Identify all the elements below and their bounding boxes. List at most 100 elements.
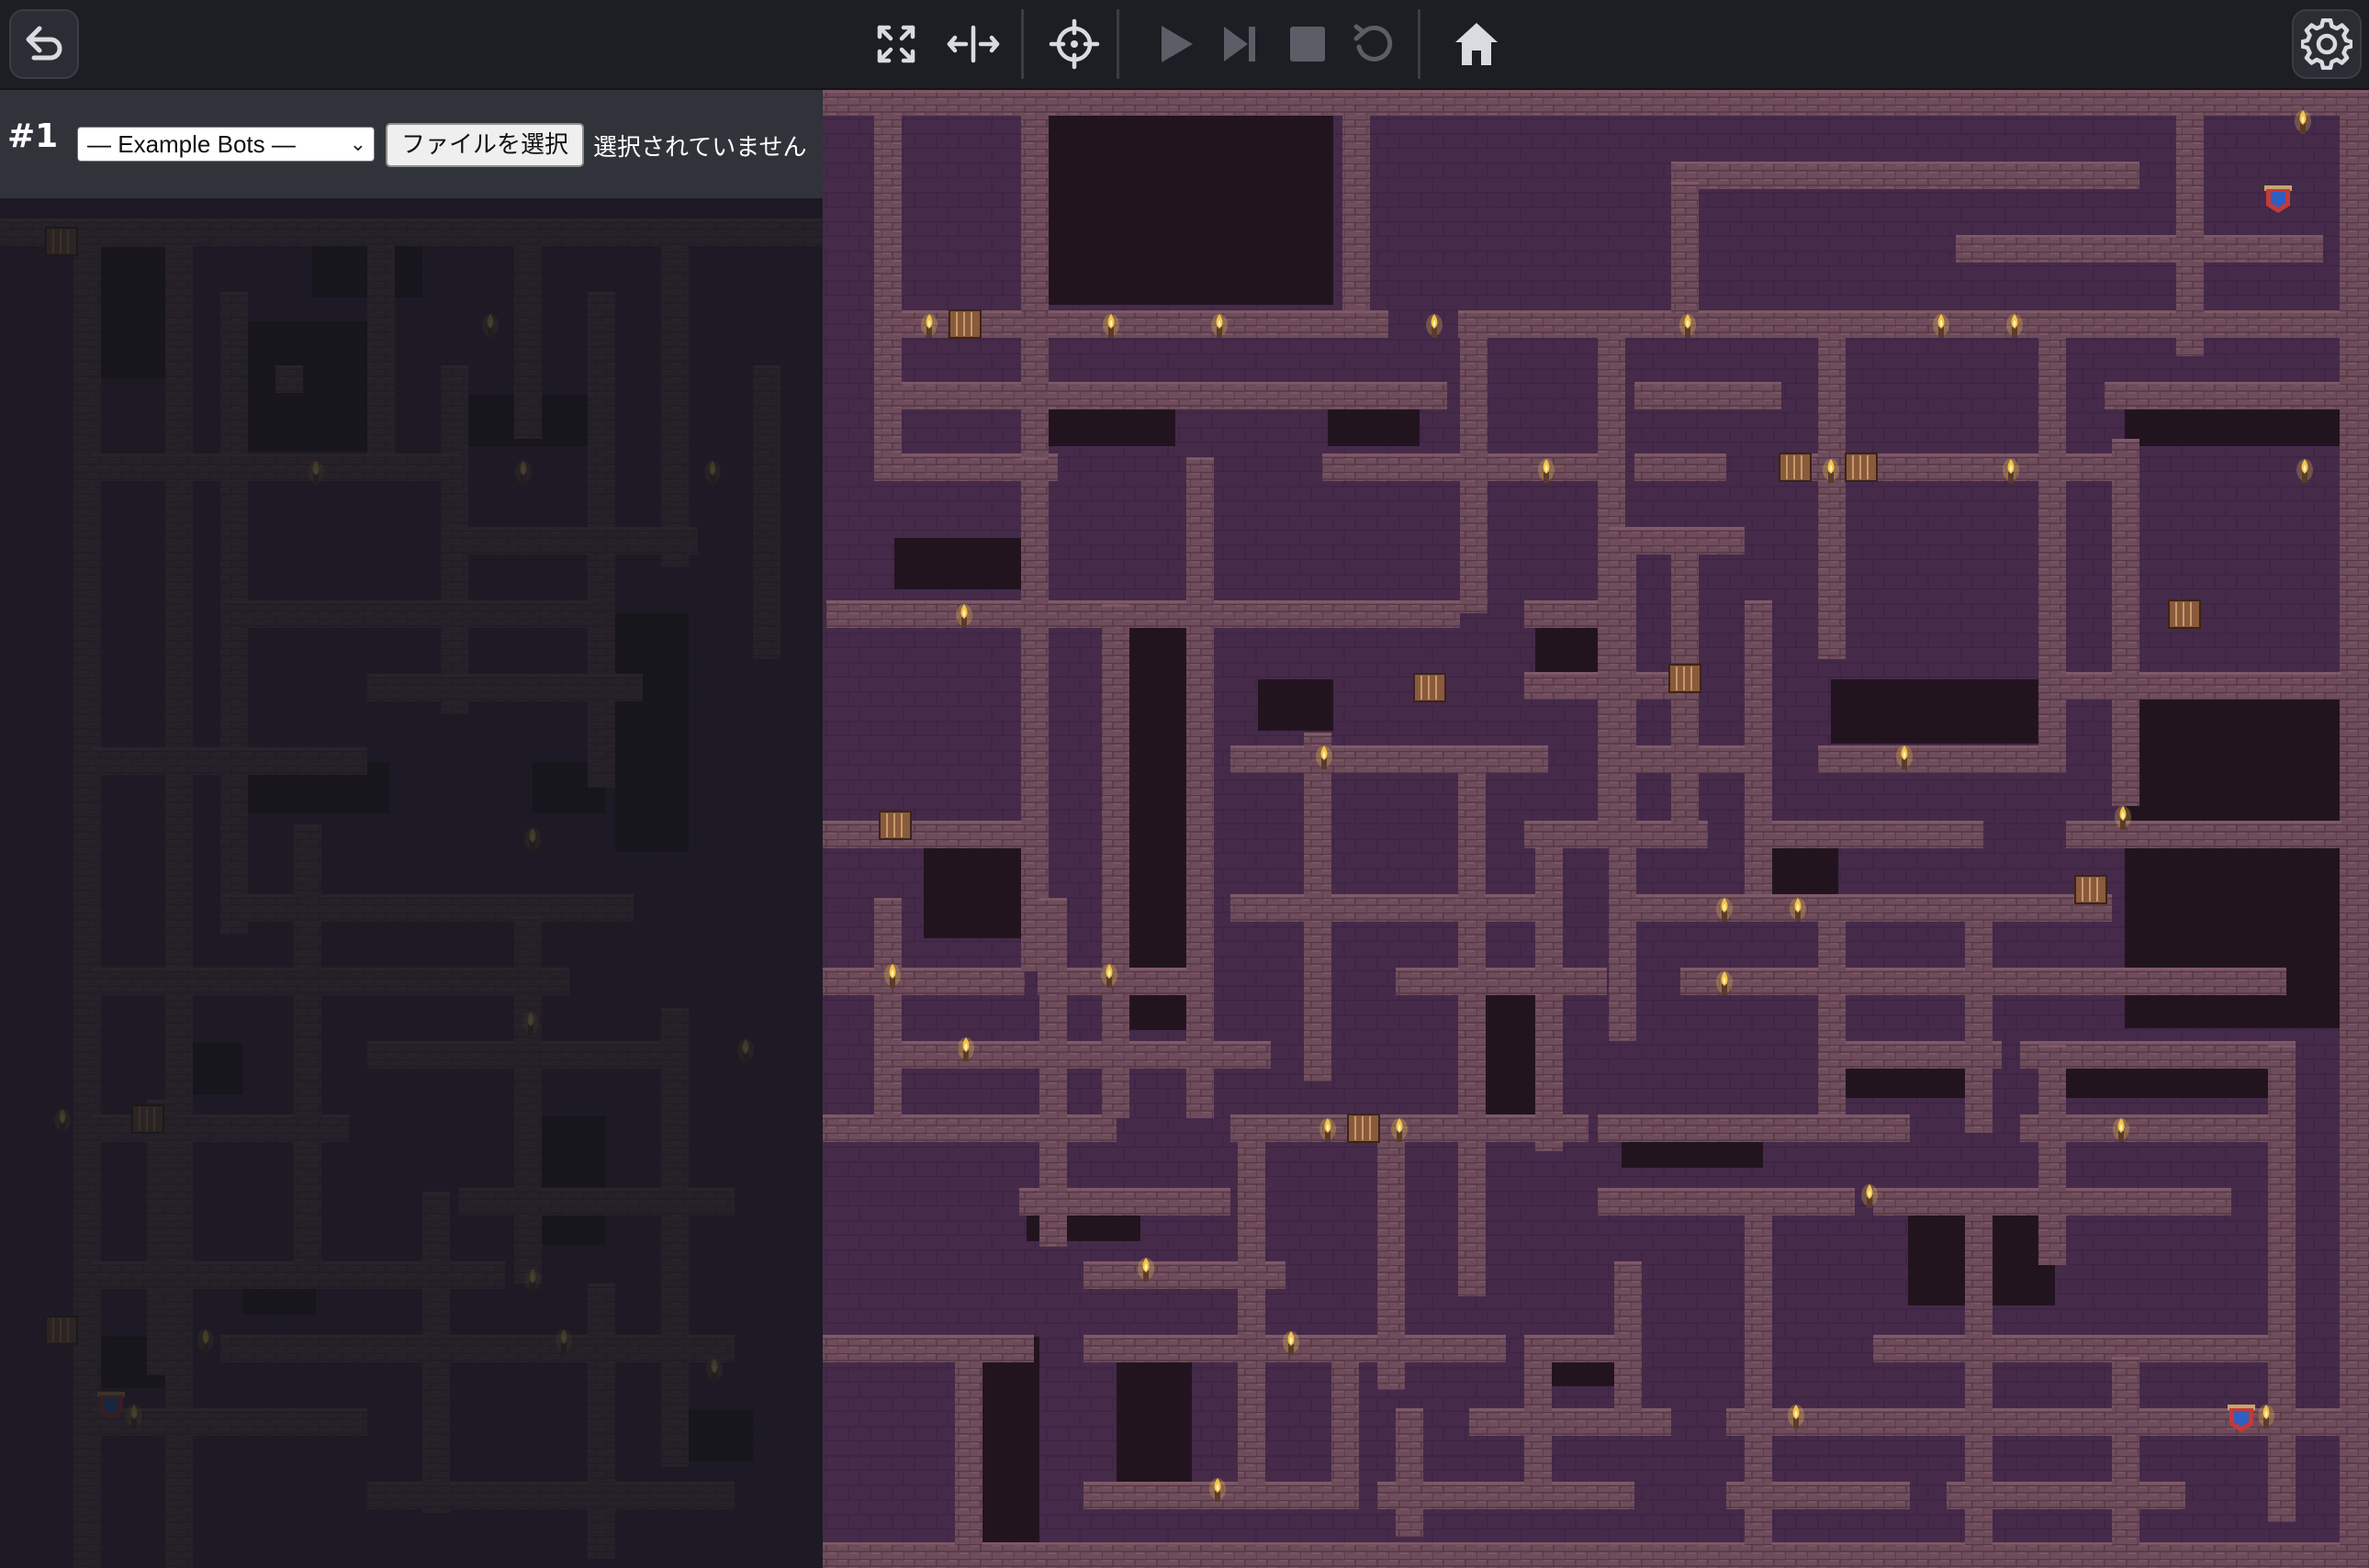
dungeon-wall <box>1965 1188 1993 1555</box>
wall-highlight <box>955 1335 982 1338</box>
wall-highlight <box>1965 1188 1993 1191</box>
dungeon-wall <box>823 1335 1034 1362</box>
dungeon-wall <box>1535 821 1563 1151</box>
dungeon-wall <box>1039 898 1067 1247</box>
wall-highlight <box>1230 894 1543 897</box>
choose-file-button[interactable]: ファイルを選択 <box>386 123 584 167</box>
wall-highlight <box>1238 1114 1265 1117</box>
wall-highlight <box>1873 1335 2296 1338</box>
wall-highlight <box>1598 1188 1855 1191</box>
home-button[interactable] <box>1443 13 1510 75</box>
toolbar-divider <box>1021 9 1024 79</box>
dungeon-wall <box>874 898 902 1118</box>
fullscreen-button[interactable] <box>863 13 929 75</box>
wall-highlight <box>1304 733 1331 735</box>
bot-slot-number: #1 <box>7 118 59 155</box>
wall-highlight <box>1186 457 1214 460</box>
play-button[interactable] <box>1142 13 1208 75</box>
wall-highlight <box>1184 600 1460 603</box>
dungeon-wall <box>2066 672 2341 700</box>
dungeon-wall <box>1230 1114 1589 1142</box>
wall-highlight <box>2020 1041 2296 1044</box>
wall-highlight <box>1609 527 1636 530</box>
wall-highlight <box>2105 382 2340 385</box>
toolbar-divider <box>1117 9 1119 79</box>
wall-highlight <box>1524 1335 1552 1338</box>
center-camera-button[interactable] <box>1041 13 1107 75</box>
skip-forward-icon <box>1218 22 1261 66</box>
split-resize-button[interactable] <box>940 13 1006 75</box>
dungeon-wall <box>1818 745 2066 773</box>
dungeon-wall <box>2112 439 2139 806</box>
wall-highlight <box>1230 745 1548 748</box>
wall-highlight <box>1754 821 1983 823</box>
wall-highlight <box>1818 894 1846 897</box>
wall-highlight <box>1818 745 2066 748</box>
undo-arrow-icon <box>21 21 67 67</box>
dungeon-wall <box>1458 310 2340 338</box>
gear-icon <box>2301 18 2352 70</box>
dungeon-wall <box>1634 454 1726 481</box>
wooden-door <box>1779 453 1812 482</box>
wall-highlight <box>2038 1045 2066 1047</box>
wall-highlight <box>826 600 1194 603</box>
wall-highlight <box>1319 382 1447 385</box>
wall-highlight <box>874 90 902 93</box>
example-bots-select[interactable]: — Example Bots — ⌄ <box>77 127 375 162</box>
game-view[interactable] <box>0 90 2369 1568</box>
dungeon-wall <box>979 382 1245 409</box>
dungeon-wall <box>1230 894 1543 922</box>
dark-pit <box>1831 679 2060 744</box>
dungeon-wall <box>2038 310 2066 769</box>
wall-highlight <box>823 821 1043 823</box>
dungeon-wall <box>1238 1114 1265 1500</box>
stop-button[interactable] <box>1274 13 1341 75</box>
wall-highlight <box>1458 745 1486 748</box>
dungeon-wall <box>823 1114 1117 1142</box>
dungeon-wall <box>1956 235 2323 263</box>
dungeon-wall <box>1186 457 1214 1118</box>
dungeon-wall <box>1873 1335 2296 1362</box>
wall-highlight <box>2112 439 2139 442</box>
dungeon-wall <box>1342 90 1370 310</box>
restart-button[interactable] <box>1341 13 1407 75</box>
wall-highlight <box>1965 894 1993 897</box>
dungeon-wall <box>1331 1335 1359 1500</box>
toolbar-divider <box>1418 9 1420 79</box>
play-icon <box>1154 22 1196 66</box>
wall-highlight <box>1102 604 1129 607</box>
wooden-door <box>1347 1114 1380 1143</box>
wooden-door <box>1668 664 1701 693</box>
back-button[interactable] <box>9 9 79 79</box>
dungeon-wall <box>1818 310 1846 659</box>
dungeon-wall <box>1598 1114 1910 1142</box>
wall-highlight <box>1342 90 1370 93</box>
crosshair-target-icon <box>1049 18 1100 70</box>
dungeon-wall <box>1745 1188 1772 1555</box>
dungeon-wall <box>1671 162 2139 189</box>
step-button[interactable] <box>1207 13 1273 75</box>
wall-highlight <box>2066 672 2341 675</box>
wall-highlight <box>1614 1261 1642 1264</box>
wall-highlight <box>2066 821 2341 823</box>
wooden-door <box>1845 453 1878 482</box>
dungeon-wall <box>1460 310 1488 613</box>
dungeon-wall <box>826 600 1194 628</box>
wall-highlight <box>1956 235 2323 238</box>
dungeon-wall <box>1377 1114 1405 1390</box>
wall-highlight <box>1021 457 1049 460</box>
wall-highlight <box>1745 600 1772 603</box>
dark-pit <box>1258 679 1333 731</box>
bot-select-value: — Example Bots — <box>87 130 296 158</box>
wooden-door <box>1413 673 1446 702</box>
wall-highlight <box>2038 310 2066 313</box>
settings-button[interactable] <box>2292 9 2362 79</box>
wall-highlight <box>1634 382 1781 385</box>
wall-highlight <box>874 898 902 901</box>
dungeon-wall <box>1818 894 1846 1114</box>
dungeon-wall <box>1634 382 1781 409</box>
wall-highlight <box>1039 898 1067 901</box>
wall-highlight <box>2340 90 2369 93</box>
dungeon-wall <box>2340 90 2369 1568</box>
dungeon-wall <box>1184 600 1460 628</box>
